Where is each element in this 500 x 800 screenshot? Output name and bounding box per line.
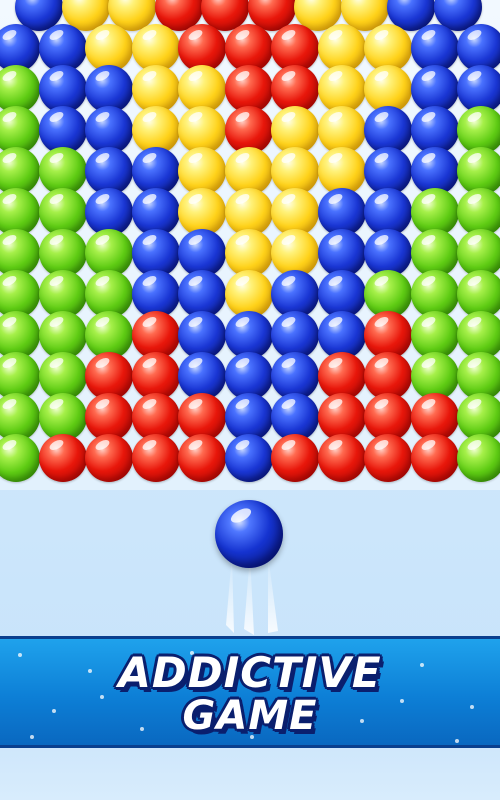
shooter-trail <box>226 555 278 635</box>
bubble-grid <box>0 0 500 490</box>
red-bubble <box>364 434 412 482</box>
green-bubble <box>457 434 500 482</box>
shooter-bubble[interactable] <box>215 500 283 568</box>
promo-title-line-1: ADDICTIVE <box>118 648 382 697</box>
red-bubble <box>85 434 133 482</box>
red-bubble <box>317 434 366 482</box>
red-bubble <box>131 434 180 482</box>
bottom-background <box>0 748 500 800</box>
red-bubble <box>178 434 226 482</box>
promo-title-line-2: GAME <box>182 693 318 739</box>
red-bubble <box>271 434 319 482</box>
game-screen: ADDICTIVE GAME <box>0 0 500 800</box>
blue-bubble <box>224 434 273 482</box>
red-bubble <box>410 434 459 482</box>
sparkle-decoration <box>455 739 459 743</box>
red-bubble <box>38 434 87 482</box>
green-bubble <box>0 434 40 482</box>
